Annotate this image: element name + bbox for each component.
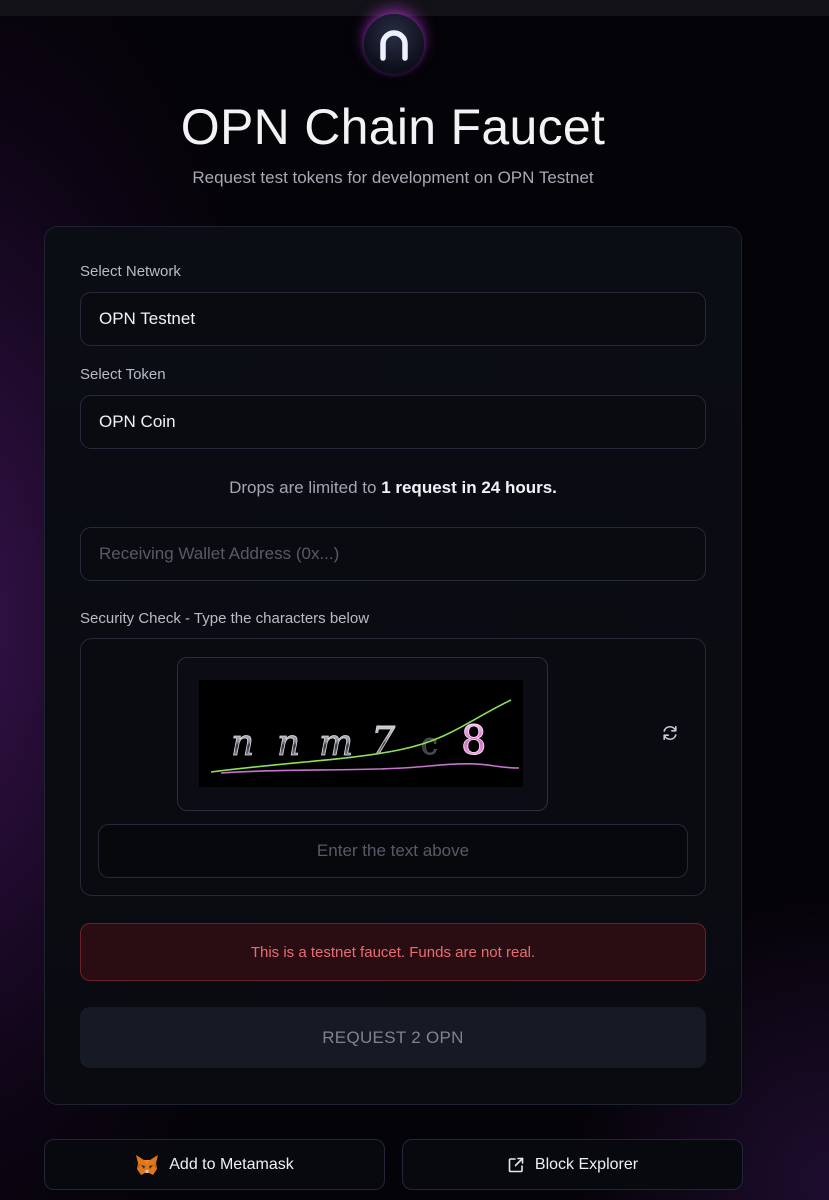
top-bar bbox=[0, 0, 829, 16]
request-tokens-button[interactable]: REQUEST 2 OPN bbox=[80, 1007, 706, 1068]
metamask-fox-icon bbox=[136, 1154, 159, 1175]
token-label: Select Token bbox=[80, 366, 166, 383]
testnet-warning-text: This is a testnet faucet. Funds are not … bbox=[250, 943, 536, 961]
opn-logo-icon bbox=[364, 14, 424, 74]
rate-limit-notice: Drops are limited to 1 request in 24 hou… bbox=[80, 478, 706, 498]
page-title: OPN Chain Faucet bbox=[180, 99, 606, 155]
refresh-captcha-button[interactable] bbox=[660, 723, 680, 743]
network-select[interactable]: OPN Testnet bbox=[80, 292, 706, 346]
captcha-char: n bbox=[231, 723, 254, 764]
wallet-address-placeholder: Receiving Wallet Address (0x...) bbox=[99, 544, 340, 563]
block-explorer-label: Block Explorer bbox=[534, 1155, 639, 1173]
captcha-char: 7 bbox=[371, 719, 396, 763]
network-select-value: OPN Testnet bbox=[99, 309, 196, 328]
captcha-image: n n m 7 c 8 bbox=[199, 680, 523, 787]
block-explorer-button[interactable]: Block Explorer bbox=[402, 1139, 743, 1190]
rate-limit-prefix: Drops are limited to bbox=[229, 478, 382, 497]
token-select-value: OPN Coin bbox=[99, 412, 176, 431]
rate-limit-emphasis: 1 request in 24 hours. bbox=[381, 478, 557, 497]
wallet-address-input[interactable]: Receiving Wallet Address (0x...) bbox=[80, 527, 706, 581]
testnet-warning-banner: This is a testnet faucet. Funds are not … bbox=[80, 923, 706, 981]
security-check-label: Security Check - Type the characters bel… bbox=[80, 610, 370, 627]
network-label: Select Network bbox=[80, 263, 181, 280]
add-to-metamask-label: Add to Metamask bbox=[169, 1155, 294, 1173]
token-select[interactable]: OPN Coin bbox=[80, 395, 706, 449]
captcha-input-placeholder: Enter the text above bbox=[316, 841, 470, 860]
add-to-metamask-button[interactable]: Add to Metamask bbox=[44, 1139, 385, 1190]
captcha-char: n bbox=[277, 723, 300, 764]
page-subtitle: Request test tokens for development on O… bbox=[192, 168, 594, 187]
external-link-icon bbox=[508, 1157, 524, 1172]
captcha-char: c bbox=[421, 727, 438, 762]
captcha-text-input[interactable]: Enter the text above bbox=[98, 824, 688, 878]
refresh-icon bbox=[663, 725, 677, 741]
request-tokens-label: REQUEST 2 OPN bbox=[322, 1027, 464, 1047]
